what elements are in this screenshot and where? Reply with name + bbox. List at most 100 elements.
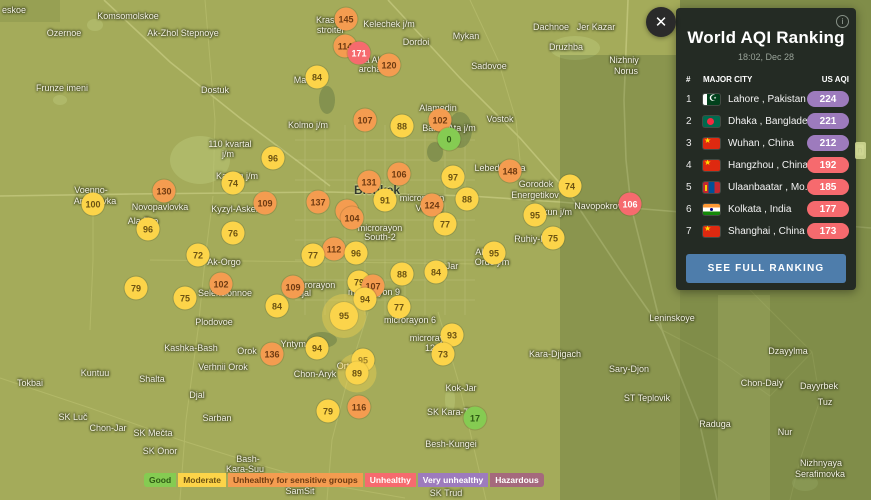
ranking-rank: 5	[686, 181, 692, 193]
aqi-marker[interactable]: 106	[618, 192, 642, 216]
aqi-marker[interactable]: 88	[390, 262, 414, 286]
aqi-marker[interactable]: 89	[337, 353, 377, 393]
map-place-label: South-2	[364, 232, 396, 242]
aqi-marker[interactable]: 112	[322, 237, 346, 261]
cn-flag-icon	[703, 159, 720, 171]
world-aqi-ranking-panel: i World AQI Ranking 18:02, Dec 28 # MAJO…	[676, 8, 856, 290]
aqi-marker[interactable]: 91	[373, 188, 397, 212]
map-place-label: Kelechek j/m	[363, 19, 415, 29]
see-full-ranking-button[interactable]: SEE FULL RANKING	[686, 254, 846, 283]
close-icon[interactable]: ✕	[646, 7, 676, 37]
aqi-marker[interactable]: 84	[265, 294, 289, 318]
city-column-header: MAJOR CITY	[703, 75, 753, 84]
panel-title: World AQI Ranking	[687, 28, 845, 47]
aqi-marker[interactable]: 94	[305, 336, 329, 360]
map-place-label: Sary-Djon	[608, 364, 650, 374]
aqi-marker[interactable]: 96	[261, 146, 285, 170]
map-place-label: Dordoi	[402, 37, 430, 47]
ranking-rank: 2	[686, 115, 692, 127]
ranking-row[interactable]: 2 Dhaka , Bangladesh221	[676, 110, 856, 132]
ranking-rows: 1 Lahore , Pakistan224 2 Dhaka , Bangladesh…	[676, 88, 856, 242]
ranking-row[interactable]: 4 Hangzhou , China192	[676, 154, 856, 176]
aqi-marker[interactable]: 109	[281, 275, 305, 299]
aqi-marker[interactable]: 95	[482, 241, 506, 265]
aqi-badge: 221	[807, 113, 849, 129]
bd-flag-icon	[703, 115, 720, 127]
ranking-rank: 3	[686, 137, 692, 149]
aqi-marker[interactable]: 88	[455, 187, 479, 211]
aqi-marker[interactable]: 88	[390, 114, 414, 138]
aqi-marker[interactable]: 77	[387, 295, 411, 319]
aqi-marker[interactable]: 148	[498, 159, 522, 183]
map-place-label: Komsomolskoe	[97, 11, 159, 21]
aqi-marker[interactable]: 77	[433, 212, 457, 236]
cn-flag-icon	[703, 225, 720, 237]
aqi-marker[interactable]: 137	[306, 190, 330, 214]
map-place-label: Tuz	[817, 397, 833, 407]
aqi-marker[interactable]: 96	[136, 217, 160, 241]
aqi-marker[interactable]: 73	[431, 342, 455, 366]
map-place-label: SamSit	[285, 486, 315, 496]
aqi-marker[interactable]: 104	[340, 206, 364, 230]
map-place-label: Mykan	[452, 31, 480, 41]
legend-item-good: Good	[144, 473, 177, 487]
map-place-label: Chon-Jar	[89, 423, 127, 433]
aqi-marker[interactable]: 116	[347, 395, 371, 419]
ranking-row[interactable]: 7 Shanghai , China173	[676, 220, 856, 242]
aqi-marker[interactable]: 95	[322, 294, 366, 338]
aqi-marker[interactable]: 79	[124, 276, 148, 300]
map-place-label: Kashka-Bash	[164, 343, 218, 353]
aqi-column-header: US AQI	[821, 75, 849, 84]
map-place-label: Kolmo j/m	[287, 120, 329, 130]
aqi-marker[interactable]: 107	[353, 108, 377, 132]
ranking-row[interactable]: 1 Lahore , Pakistan224	[676, 88, 856, 110]
aqi-marker[interactable]: 100	[81, 192, 105, 216]
aqi-marker[interactable]: 72	[186, 243, 210, 267]
aqi-marker[interactable]: 136	[260, 342, 284, 366]
aqi-marker[interactable]: 77	[301, 243, 325, 267]
aqi-marker[interactable]: 96	[344, 241, 368, 265]
ranking-row[interactable]: 6 Kolkata , India 177	[676, 198, 856, 220]
map-place-label: 110 kvartal	[208, 139, 252, 149]
ranking-rank: 6	[686, 203, 692, 215]
map-place-label: Energetikov	[511, 190, 559, 200]
aqi-marker[interactable]: 97	[441, 165, 465, 189]
map-place-label: j/m	[222, 149, 234, 159]
map-place-label: Druzhba	[548, 42, 584, 52]
aqi-marker[interactable]: 17	[463, 406, 487, 430]
aqi-marker[interactable]: 171	[347, 41, 371, 65]
aqi-marker[interactable]: 106	[387, 162, 411, 186]
legend-item-very_unhealthy: Very unhealthy	[417, 473, 489, 487]
aqi-marker[interactable]: 74	[558, 174, 582, 198]
aqi-marker[interactable]: 130	[152, 179, 176, 203]
ranking-city: Dhaka , Bangladesh	[728, 115, 807, 127]
aqi-marker[interactable]: 145	[334, 7, 358, 31]
map-place-label: Shalta	[139, 374, 165, 384]
info-icon[interactable]: i	[836, 15, 849, 28]
map-place-label: Dzayylma	[768, 346, 808, 356]
ranking-city: Kolkata , India	[728, 203, 792, 215]
map-place-label: Dayyrbek	[799, 381, 839, 391]
aqi-marker[interactable]: 84	[424, 260, 448, 284]
ranking-row[interactable]: 3 Wuhan , China 212	[676, 132, 856, 154]
map-place-label: Leninskoye	[649, 313, 695, 323]
legend-item-hazardous: Hazardous	[490, 473, 544, 487]
aqi-marker[interactable]: 76	[221, 221, 245, 245]
map-place-label: Orok	[237, 346, 257, 356]
map-place-label: Bash-	[236, 454, 260, 464]
aqi-marker[interactable]: 102	[209, 272, 233, 296]
ranking-row[interactable]: 5 Ulaanbaatar , Mo... 185	[676, 176, 856, 198]
aqi-marker[interactable]: 95	[523, 203, 547, 227]
aqi-marker[interactable]: 120	[377, 53, 401, 77]
aqi-badge: 212	[807, 135, 849, 151]
aqi-marker[interactable]: 79	[316, 399, 340, 423]
aqi-marker[interactable]: 75	[173, 286, 197, 310]
map-place-label: Besh-Kungei	[425, 439, 477, 449]
aqi-marker[interactable]: 75	[541, 226, 565, 250]
map-place-label: Chon-Daly	[740, 378, 784, 388]
aqi-marker[interactable]: 84	[305, 65, 329, 89]
aqi-marker[interactable]: 109	[253, 191, 277, 215]
map-place-label: Plodovoe	[195, 317, 233, 327]
aqi-marker[interactable]: 74	[221, 171, 245, 195]
aqi-marker[interactable]: 0	[437, 127, 461, 151]
